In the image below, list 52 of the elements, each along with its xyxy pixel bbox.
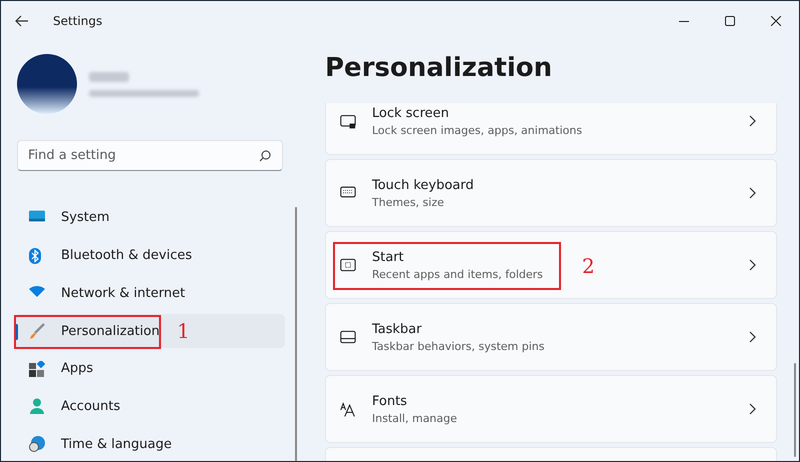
scrollbar-thumb[interactable] xyxy=(295,207,297,461)
search-icon xyxy=(259,150,271,162)
card-title: Taskbar xyxy=(372,322,423,336)
nav-item[interactable]: System xyxy=(15,201,285,235)
back-arrow-icon[interactable] xyxy=(15,15,29,27)
settings-card[interactable]: Lock screen Lock screen images, apps, animations xyxy=(325,103,777,155)
settings-card[interactable]: Start Recent apps and items, folders 2 xyxy=(325,231,777,299)
card-subtitle: Taskbar behaviors, system pins xyxy=(372,340,544,352)
nav-item[interactable]: Personalization 1 xyxy=(15,314,285,348)
card-subtitle: Install, manage xyxy=(372,412,458,424)
globe-clock-icon xyxy=(29,436,45,452)
nav-item[interactable]: Time & language xyxy=(15,427,285,461)
close-icon xyxy=(771,16,781,26)
card-subtitle: Recent apps and items, folders xyxy=(372,268,543,280)
blurred-name xyxy=(89,72,129,82)
card-title: Fonts xyxy=(372,394,408,408)
chevron-right-icon xyxy=(749,331,756,343)
search-field[interactable]: Find a setting xyxy=(17,140,283,171)
nav-item[interactable]: Accounts xyxy=(15,390,285,424)
apps-icon xyxy=(29,360,45,377)
nav-item[interactable]: Network & internet xyxy=(15,276,285,310)
card-subtitle: Lock screen images, apps, animations xyxy=(372,124,582,136)
window-title: Settings xyxy=(53,14,102,28)
nav-item[interactable]: Bluetooth & devices xyxy=(15,238,285,272)
keyboard-icon xyxy=(340,185,356,199)
settings-card[interactable]: Touch keyboard Themes, size xyxy=(325,159,777,227)
card-title: Touch keyboard xyxy=(372,178,474,192)
settings-card[interactable]: Fonts Install, manage xyxy=(325,375,777,443)
scrollbar-thumb[interactable] xyxy=(794,363,796,457)
nav-item[interactable]: Apps xyxy=(15,352,285,386)
settings-card[interactable]: Taskbar Taskbar behaviors, system pins xyxy=(325,303,777,371)
callout-number: 1 xyxy=(177,319,190,344)
page-title: Personalization xyxy=(325,53,554,85)
start-menu-icon xyxy=(340,257,356,273)
chevron-right-icon xyxy=(749,115,756,127)
bluetooth-icon xyxy=(29,248,41,264)
paintbrush-icon xyxy=(29,323,45,340)
fonts-icon xyxy=(340,401,356,419)
monitor-icon xyxy=(29,210,45,222)
chevron-right-icon xyxy=(749,187,756,199)
wifi-icon xyxy=(29,285,45,298)
card-title: Lock screen xyxy=(372,106,450,120)
lock-screen-icon xyxy=(340,113,356,131)
card-title: Start xyxy=(372,250,405,264)
person-icon xyxy=(29,398,45,414)
maximize-icon xyxy=(725,16,735,26)
taskbar-icon xyxy=(340,329,356,345)
minimize-icon xyxy=(679,20,689,22)
chevron-right-icon xyxy=(749,259,756,271)
callout-number: 2 xyxy=(582,254,595,278)
chevron-right-icon xyxy=(749,403,756,415)
card-subtitle: Themes, size xyxy=(372,196,445,208)
